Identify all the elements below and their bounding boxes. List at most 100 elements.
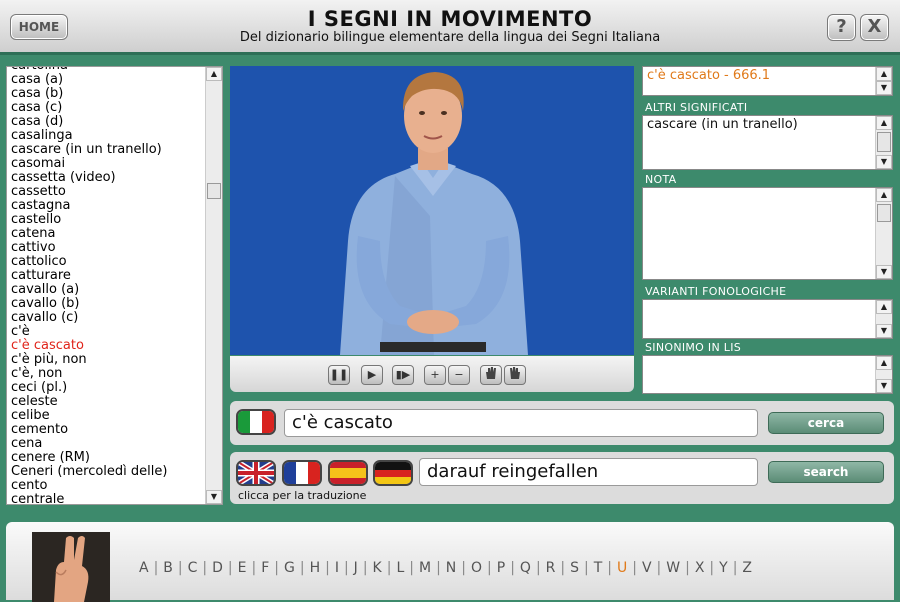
pause-button[interactable]: ❚❚ [328,365,350,385]
scroll-down-arrow-icon[interactable]: ▼ [876,265,892,279]
entry-scrollbar[interactable]: ▲ ▼ [875,67,892,95]
word-list-item[interactable]: cenere (RM) [11,451,201,465]
word-list-item[interactable]: ceci (pl.) [11,381,201,395]
letter-j-link[interactable]: J [354,560,358,576]
letter-h-link[interactable]: H [310,560,321,576]
word-list-item[interactable]: cavallo (b) [11,297,201,311]
letter-separator: | [409,560,414,576]
word-list-item[interactable]: casa (c) [11,101,201,115]
close-button[interactable]: X [860,14,889,41]
letter-w-link[interactable]: W [666,560,680,576]
scroll-down-arrow-icon[interactable]: ▼ [876,324,892,338]
word-list-item[interactable]: casomai [11,157,201,171]
letter-q-link[interactable]: Q [520,560,531,576]
word-list-item[interactable]: cassetto [11,185,201,199]
letter-i-link[interactable]: I [335,560,339,576]
scroll-thumb[interactable] [877,132,891,152]
word-list-item[interactable]: cavallo (a) [11,283,201,297]
french-flag-icon[interactable] [282,460,322,486]
german-flag-icon[interactable] [373,460,413,486]
letter-m-link[interactable]: M [419,560,431,576]
word-list-item[interactable]: casa (d) [11,115,201,129]
word-list-item[interactable]: cena [11,437,201,451]
letter-u-link[interactable]: U [617,560,627,576]
altri-scrollbar[interactable]: ▲ ▼ [875,116,892,169]
uk-flag-icon[interactable] [236,460,276,486]
zoom-out-button[interactable]: − [448,365,470,385]
right-hand-button[interactable] [504,365,526,385]
word-list-item[interactable]: castagna [11,199,201,213]
letter-v-link[interactable]: V [642,560,652,576]
word-list-item[interactable]: castello [11,213,201,227]
italian-flag-icon[interactable] [236,409,276,435]
help-button[interactable]: ? [827,14,856,41]
sign-video[interactable] [230,66,634,355]
scroll-down-arrow-icon[interactable]: ▼ [876,81,892,95]
scroll-up-arrow-icon[interactable]: ▲ [876,188,892,202]
scroll-up-arrow-icon[interactable]: ▲ [206,67,222,81]
play-button[interactable]: ▶ [361,365,383,385]
scroll-down-arrow-icon[interactable]: ▼ [206,490,222,504]
letter-g-link[interactable]: G [284,560,295,576]
letter-z-link[interactable]: Z [742,560,752,576]
cerca-button[interactable]: cerca [768,412,884,434]
word-list[interactable]: cartolinacasa (a)casa (b)casa (c)casa (d… [6,66,223,505]
word-list-item[interactable]: cattivo [11,241,201,255]
word-list-item[interactable]: catturare [11,269,201,283]
letter-f-link[interactable]: F [261,560,269,576]
word-list-item[interactable]: c'è, non [11,367,201,381]
scroll-down-arrow-icon[interactable]: ▼ [876,379,892,393]
word-list-item[interactable]: c'è [11,325,201,339]
word-list-item[interactable]: cascare (in un tranello) [11,143,201,157]
word-list-item[interactable]: cemento [11,423,201,437]
letter-a-link[interactable]: A [139,560,149,576]
word-list-item[interactable]: c'è cascato [11,339,201,353]
spanish-flag-icon[interactable] [328,460,368,486]
scroll-down-arrow-icon[interactable]: ▼ [876,155,892,169]
word-list-item[interactable]: cento [11,479,201,493]
word-list-item[interactable]: c'è più, non [11,353,201,367]
word-list-item[interactable]: Ceneri (mercoledì delle) [11,465,201,479]
scroll-up-arrow-icon[interactable]: ▲ [876,356,892,370]
letter-t-link[interactable]: T [594,560,603,576]
letter-s-link[interactable]: S [570,560,579,576]
word-list-item[interactable]: cavallo (c) [11,311,201,325]
letter-x-link[interactable]: X [695,560,705,576]
word-list-scrollbar[interactable]: ▲ ▼ [205,67,222,504]
scroll-up-arrow-icon[interactable]: ▲ [876,116,892,130]
search-button[interactable]: search [768,461,884,483]
scroll-thumb[interactable] [207,183,221,199]
letter-d-link[interactable]: D [212,560,223,576]
letter-c-link[interactable]: C [188,560,198,576]
letter-b-link[interactable]: B [163,560,173,576]
word-list-item[interactable]: celeste [11,395,201,409]
letter-separator: | [436,560,441,576]
letter-o-link[interactable]: O [471,560,482,576]
letter-k-link[interactable]: K [373,560,382,576]
word-list-item[interactable]: cattolico [11,255,201,269]
sinonimo-scrollbar[interactable]: ▲ ▼ [875,356,892,393]
word-list-item[interactable]: cassetta (video) [11,171,201,185]
word-list-item[interactable]: casa (a) [11,73,201,87]
letter-r-link[interactable]: R [546,560,556,576]
letter-p-link[interactable]: P [497,560,505,576]
step-button[interactable]: ▮▶ [392,365,414,385]
translation-output[interactable]: darauf reingefallen [419,458,758,486]
letter-e-link[interactable]: E [238,560,247,576]
varianti-scrollbar[interactable]: ▲ ▼ [875,300,892,338]
word-list-item[interactable]: casalinga [11,129,201,143]
scroll-thumb[interactable] [877,204,891,222]
nota-scrollbar[interactable]: ▲ ▼ [875,188,892,279]
search-input[interactable]: c'è cascato [284,409,758,437]
word-list-item[interactable]: catena [11,227,201,241]
word-list-item[interactable]: centrale [11,493,201,505]
letter-n-link[interactable]: N [446,560,456,576]
word-list-item[interactable]: casa (b) [11,87,201,101]
left-hand-button[interactable] [480,365,502,385]
word-list-item[interactable]: celibe [11,409,201,423]
scroll-up-arrow-icon[interactable]: ▲ [876,67,892,81]
zoom-in-button[interactable]: + [424,365,446,385]
letter-y-link[interactable]: Y [719,560,728,576]
letter-l-link[interactable]: L [396,560,404,576]
scroll-up-arrow-icon[interactable]: ▲ [876,300,892,314]
